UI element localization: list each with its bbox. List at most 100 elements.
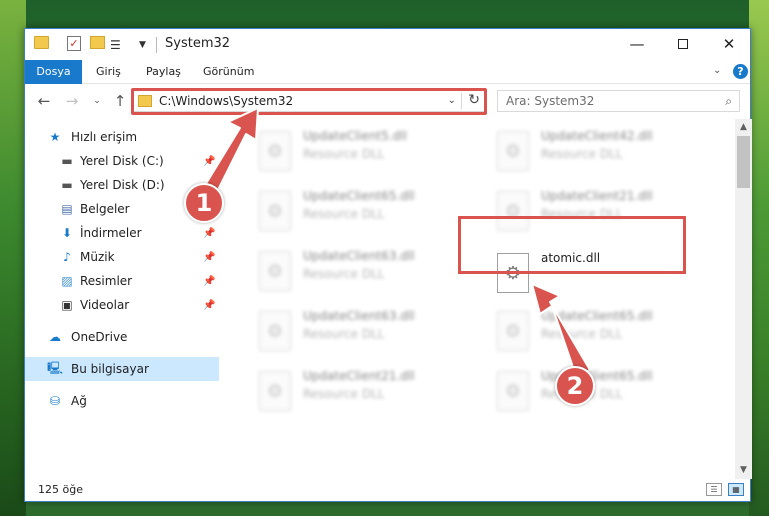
scroll-up-icon[interactable]: ▲ (735, 119, 752, 136)
chevron-down-icon[interactable]: ▼ (139, 36, 149, 54)
customize-toolbar-icon[interactable]: ☰ (110, 36, 128, 54)
drive-icon: ▬ (61, 178, 73, 192)
pictures-icon: ▨ (61, 274, 73, 288)
sidebar-item-label: Resimler (80, 274, 133, 288)
list-item[interactable]: ⚙ UpdateClient5.dll Resource DLL (245, 125, 475, 179)
sidebar-item-label: Yerel Disk (D:) (80, 178, 165, 192)
large-icons-view-icon[interactable]: ▦ (728, 483, 744, 496)
list-item[interactable]: ⚙ UpdateClient65.dll Resource DLL (483, 305, 713, 359)
file-type: Resource DLL (303, 267, 385, 281)
details-view-icon[interactable]: ☰ (706, 483, 722, 496)
list-item[interactable]: ⚙ UpdateClient21.dll Resource DLL (245, 365, 475, 419)
list-item[interactable]: ⚙ UpdateClient21.dll Resource DLL (483, 185, 713, 239)
gear-icon: ⚙ (266, 320, 284, 342)
tab-file[interactable]: Dosya (25, 60, 82, 84)
dll-file-icon: ⚙ (497, 311, 529, 351)
folder-icon (34, 36, 49, 49)
pin-icon[interactable]: 📌 (203, 252, 215, 263)
dll-file-icon: ⚙ (497, 131, 529, 171)
tab-home[interactable]: Giriş (96, 60, 121, 84)
expand-ribbon-icon[interactable]: ⌄ (713, 65, 721, 76)
file-list: ⚙ UpdateClient5.dll Resource DLL ⚙ Updat… (225, 125, 735, 479)
sidebar-item-label: Bu bilgisayar (71, 362, 149, 376)
pin-icon[interactable]: 📌 (203, 156, 215, 167)
scrollbar-thumb[interactable] (737, 136, 750, 188)
sidebar-item-label: Belgeler (80, 202, 130, 216)
gear-icon: ⚙ (266, 200, 284, 222)
file-type: Resource DLL (303, 207, 385, 221)
back-arrow-icon[interactable]: ← (35, 91, 53, 111)
sidebar-item-label: Yerel Disk (C:) (80, 154, 164, 168)
file-type: Resource DLL (541, 207, 623, 221)
file-name: UpdateClient5.dll (303, 129, 407, 143)
sidebar-item-network[interactable]: ⛁ Ağ (25, 389, 219, 413)
documents-icon: ▤ (61, 202, 73, 216)
refresh-icon[interactable]: ↻ (468, 92, 480, 108)
list-item[interactable]: ⚙ UpdateClient65.dll Resource DLL (483, 365, 713, 419)
list-item[interactable]: ⚙ UpdateClient63.dll Resource DLL (245, 245, 475, 299)
pin-icon[interactable]: 📌 (203, 300, 215, 311)
scroll-down-icon[interactable]: ▼ (735, 462, 752, 479)
sidebar-item-label: Hızlı erişim (71, 130, 138, 144)
pin-icon[interactable]: 📌 (203, 276, 215, 287)
list-item[interactable]: ⚙ UpdateClient65.dll Resource DLL (245, 185, 475, 239)
file-type: Resource DLL (303, 327, 385, 341)
file-name: UpdateClient65.dll (541, 309, 653, 323)
sidebar-item-onedrive[interactable]: ☁ OneDrive (25, 325, 219, 349)
sidebar-item-music[interactable]: ♪ Müzik 📌 (25, 245, 219, 269)
window-title: System32 (165, 36, 231, 51)
navigation-pane: ★ Hızlı erişim ▬ Yerel Disk (C:) 📌 ▬ Yer… (25, 125, 219, 479)
search-input[interactable] (506, 94, 706, 108)
help-icon[interactable]: ? (733, 64, 748, 79)
dll-file-icon: ⚙ (497, 253, 529, 293)
sidebar-item-pictures[interactable]: ▨ Resimler 📌 (25, 269, 219, 293)
gear-icon: ⚙ (504, 140, 522, 162)
music-icon: ♪ (63, 250, 71, 264)
address-bar[interactable]: C:\Windows\System32 ⌄ ↻ (132, 90, 485, 112)
desktop-background-left (0, 0, 26, 516)
pin-icon[interactable]: 📌 (203, 228, 215, 239)
dll-file-icon: ⚙ (259, 311, 291, 351)
drive-icon: ▬ (61, 154, 73, 168)
tab-view[interactable]: Görünüm (203, 60, 254, 84)
file-name: UpdateClient65.dll (303, 189, 415, 203)
maximize-button[interactable] (660, 29, 706, 59)
sidebar-item-this-pc[interactable]: 🖳 Bu bilgisayar (25, 357, 219, 381)
file-type: Resource DLL (541, 147, 623, 161)
minimize-button[interactable]: — (614, 29, 660, 59)
maximize-icon (678, 39, 688, 49)
file-name: UpdateClient63.dll (303, 309, 415, 323)
dll-file-icon: ⚙ (497, 371, 529, 411)
sidebar-item-videos[interactable]: ▣ Videolar 📌 (25, 293, 219, 317)
forward-arrow-icon[interactable]: → (63, 91, 81, 111)
address-path[interactable]: C:\Windows\System32 (159, 94, 293, 108)
step-badge-2: 2 (555, 366, 595, 406)
navigation-bar: ← → ⌄ ↑ C:\Windows\System32 ⌄ ↻ ⌕ (25, 85, 750, 117)
sidebar-item-local-disk-c[interactable]: ▬ Yerel Disk (C:) 📌 (25, 149, 219, 173)
desktop-background-right (749, 0, 769, 516)
dll-file-icon: ⚙ (259, 251, 291, 291)
gear-icon: ⚙ (504, 262, 522, 284)
recent-locations-chevron-icon[interactable]: ⌄ (91, 91, 103, 111)
title-bar: ✓ ☰ ▼ System32 — ✕ (25, 29, 750, 60)
up-arrow-icon[interactable]: ↑ (111, 91, 129, 111)
dll-file-icon: ⚙ (497, 191, 529, 231)
search-icon[interactable]: ⌕ (725, 94, 732, 109)
list-item[interactable]: ⚙ UpdateClient42.dll Resource DLL (483, 125, 713, 179)
close-button[interactable]: ✕ (706, 29, 752, 59)
list-item-atomic-dll[interactable]: ⚙ atomic.dll (483, 247, 713, 301)
sidebar-item-label: Videolar (80, 298, 130, 312)
new-folder-icon[interactable] (90, 36, 105, 49)
computer-icon: 🖳 (47, 360, 64, 375)
sidebar-item-quick-access[interactable]: ★ Hızlı erişim (25, 125, 219, 149)
search-box[interactable]: ⌕ (497, 90, 740, 112)
chevron-down-icon[interactable]: ⌄ (448, 95, 456, 106)
sidebar-item-label: OneDrive (71, 330, 128, 344)
sidebar-item-label: İndirmeler (80, 226, 142, 240)
sidebar-item-downloads[interactable]: ⬇ İndirmeler 📌 (25, 221, 219, 245)
list-item[interactable]: ⚙ UpdateClient63.dll Resource DLL (245, 305, 475, 359)
properties-check-icon[interactable]: ✓ (67, 36, 81, 51)
gear-icon: ⚙ (504, 380, 522, 402)
tab-share[interactable]: Paylaş (146, 60, 181, 84)
vertical-scrollbar[interactable]: ▲ ▼ (735, 119, 752, 479)
